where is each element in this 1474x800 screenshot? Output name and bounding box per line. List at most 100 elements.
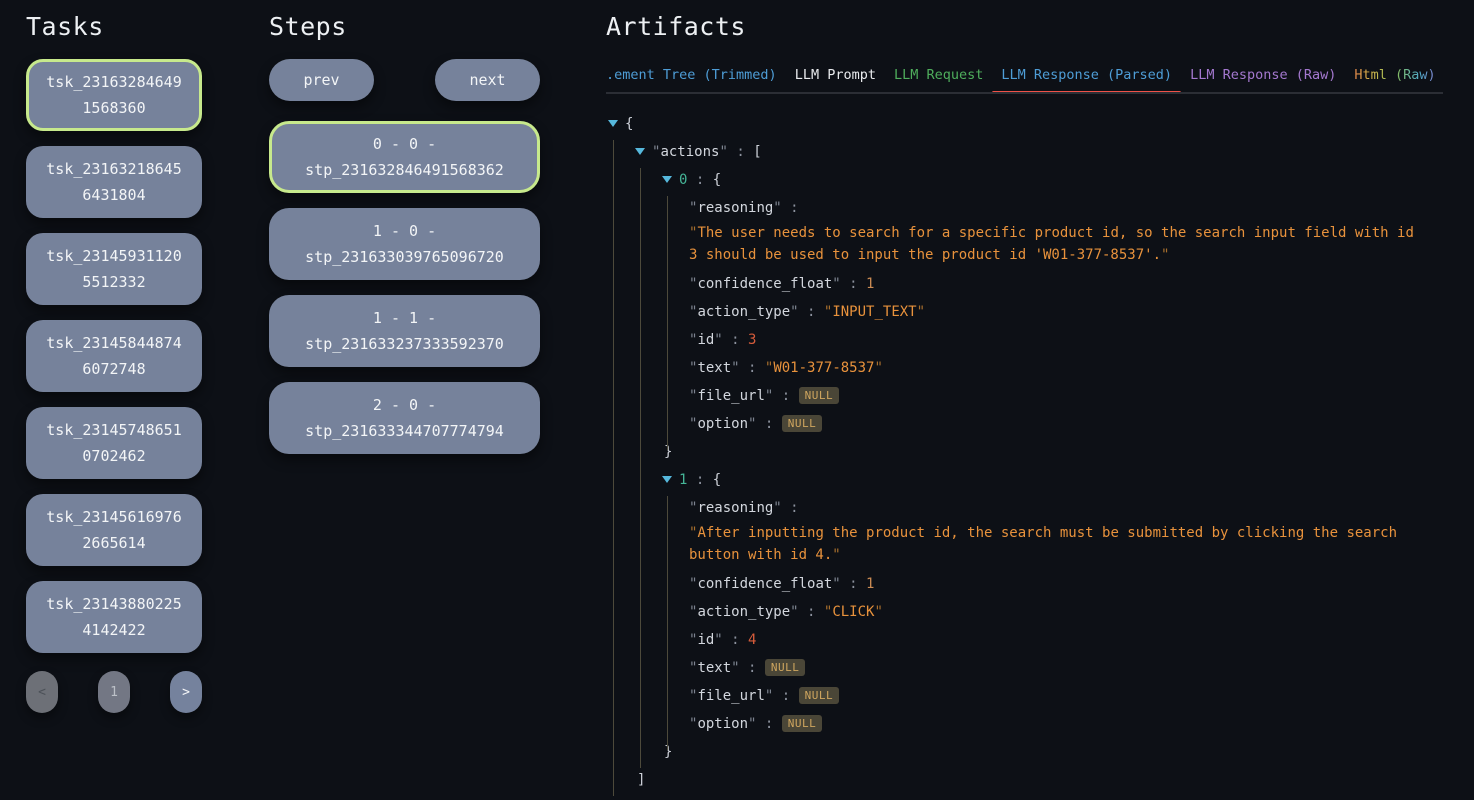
tab-llm-response-parsed[interactable]: LLM Response (Parsed)	[992, 67, 1181, 83]
task-button[interactable]: tsk_231458448746072748	[26, 320, 202, 392]
json-token: :	[799, 304, 824, 320]
json-token: :	[773, 688, 798, 704]
steps-prev-button[interactable]: prev	[269, 59, 374, 101]
json-tree-row: 1 : {	[606, 466, 1443, 494]
steps-list: 0 - 0 - stp_231632846491568362 1 - 0 - st…	[269, 121, 540, 454]
step-button[interactable]: 0 - 0 - stp_231632846491568362	[269, 121, 540, 193]
json-tree-row: "id" : 3	[606, 326, 1443, 354]
pagination-prev-button[interactable]: <	[26, 671, 58, 713]
json-tree-row: }	[606, 738, 1443, 766]
tab-llm-request[interactable]: LLM Request	[885, 67, 992, 83]
json-token: }	[664, 744, 672, 760]
json-tree-row: "After inputting the product id, the sea…	[606, 522, 1421, 566]
json-tree-row: "action_type" : "CLICK"	[606, 598, 1443, 626]
json-token: "	[731, 360, 739, 376]
null-badge: NULL	[782, 415, 823, 432]
json-token: "	[790, 604, 798, 620]
json-token: actions	[660, 144, 719, 160]
indent-guide	[667, 196, 668, 450]
json-token: "	[773, 500, 781, 516]
json-tree-row: "option" : NULL	[606, 410, 1443, 438]
json-token: [	[753, 144, 761, 160]
json-token: W01-377-8537	[773, 360, 874, 376]
json-tree-row: "id" : 4	[606, 626, 1443, 654]
json-token: "	[719, 144, 727, 160]
json-token: reasoning	[697, 200, 773, 216]
json-token: action_type	[697, 304, 790, 320]
json-token: 3	[748, 332, 756, 348]
json-token: ]	[637, 772, 645, 788]
json-token: id	[697, 632, 714, 648]
json-token: option	[697, 716, 748, 732]
json-token: file_url	[697, 688, 764, 704]
json-token: option	[697, 416, 748, 432]
json-token: :	[723, 332, 748, 348]
null-badge: NULL	[765, 659, 806, 676]
json-token: :	[773, 388, 798, 404]
json-token: }	[664, 444, 672, 460]
json-token: "	[773, 200, 781, 216]
json-tree-row: {	[606, 110, 1443, 138]
json-token: "	[832, 547, 840, 563]
indent-guide	[667, 496, 668, 750]
task-button[interactable]: tsk_231632186456431804	[26, 146, 202, 218]
json-token: :	[799, 604, 824, 620]
task-button[interactable]: tsk_231457486510702462	[26, 407, 202, 479]
json-token: {	[713, 172, 721, 188]
tab-llm-prompt[interactable]: LLM Prompt	[786, 67, 885, 83]
json-tree-row: }	[606, 438, 1443, 466]
json-tree-row: ]	[606, 766, 1443, 794]
json-tree-row: "confidence_float" : 1	[606, 270, 1443, 298]
json-token: reasoning	[697, 500, 773, 516]
tab-llm-response-raw[interactable]: LLM Response (Raw)	[1181, 67, 1345, 83]
steps-next-button[interactable]: next	[435, 59, 540, 101]
json-tree-row: "option" : NULL	[606, 710, 1443, 738]
json-token: confidence_float	[697, 576, 832, 592]
json-token: :	[841, 276, 866, 292]
step-button[interactable]: 2 - 0 - stp_231633344707774794	[269, 382, 540, 454]
json-tree-row: "file_url" : NULL	[606, 682, 1443, 710]
step-button[interactable]: 1 - 0 - stp_231633039765096720	[269, 208, 540, 280]
task-button[interactable]: tsk_231459311205512332	[26, 233, 202, 305]
json-token: "	[874, 604, 882, 620]
indent-guide	[640, 168, 641, 768]
json-token: :	[756, 716, 781, 732]
task-button[interactable]: tsk_231456169762665614	[26, 494, 202, 566]
task-button[interactable]: tsk_231438802254142422	[26, 581, 202, 653]
step-button[interactable]: 1 - 1 - stp_231633237333592370	[269, 295, 540, 367]
json-token: After inputting the product id, the sear…	[689, 525, 1405, 563]
json-token: text	[697, 660, 731, 676]
tab-element-tree-trimmed[interactable]: .ement Tree (Trimmed)	[606, 67, 786, 83]
pagination-page-button[interactable]: 1	[98, 671, 130, 713]
tasks-pagination: < 1 >	[26, 671, 202, 713]
collapse-arrow-icon[interactable]	[635, 148, 645, 155]
json-token: "	[1161, 247, 1169, 263]
json-token: {	[625, 116, 633, 132]
json-token: "	[714, 332, 722, 348]
json-token: :	[687, 172, 712, 188]
json-token: CLICK	[832, 604, 874, 620]
json-tree-row: }	[606, 794, 1443, 800]
json-tree-row: "confidence_float" : 1	[606, 570, 1443, 598]
json-tree-row: "action_type" : "INPUT_TEXT"	[606, 298, 1443, 326]
pagination-next-button[interactable]: >	[170, 671, 202, 713]
collapse-arrow-icon[interactable]	[608, 120, 618, 127]
json-token: :	[740, 660, 765, 676]
json-token: id	[697, 332, 714, 348]
json-token: :	[841, 576, 866, 592]
json-token: action_type	[697, 604, 790, 620]
json-tree-viewer: {"actions" : [0 : {"reasoning" :"The use…	[606, 110, 1443, 800]
collapse-arrow-icon[interactable]	[662, 176, 672, 183]
collapse-arrow-icon[interactable]	[662, 476, 672, 483]
tab-html-raw[interactable]: Html (Raw)	[1345, 67, 1443, 83]
task-button[interactable]: tsk_231632846491568360	[26, 59, 202, 131]
null-badge: NULL	[799, 387, 840, 404]
json-token: :	[756, 416, 781, 432]
artifacts-title: Artifacts	[606, 12, 1443, 41]
json-token: file_url	[697, 388, 764, 404]
json-token: text	[697, 360, 731, 376]
json-tree-row: "file_url" : NULL	[606, 382, 1443, 410]
null-badge: NULL	[782, 715, 823, 732]
indent-guide	[613, 140, 614, 796]
json-token: :	[723, 632, 748, 648]
